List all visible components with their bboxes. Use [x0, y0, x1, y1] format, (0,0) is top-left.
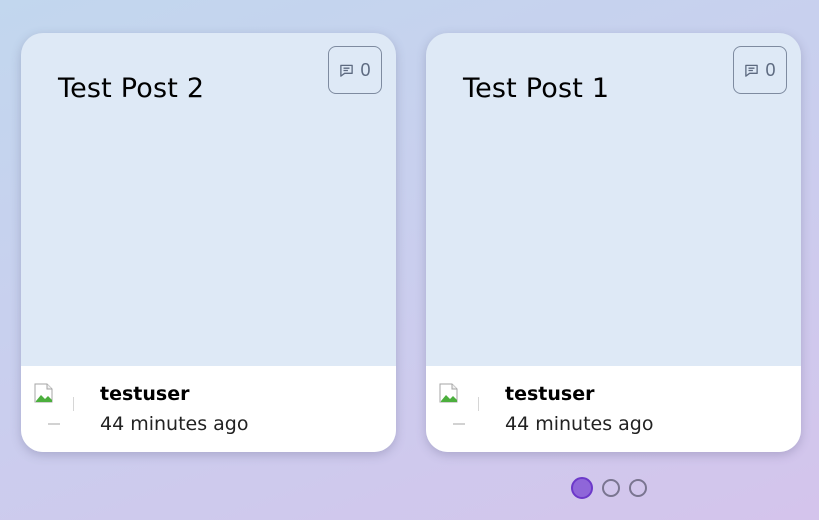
post-title[interactable]: Test Post 2 [58, 73, 204, 104]
post-author-footer: testuser 44 minutes ago [21, 366, 396, 452]
pagination-dot-2[interactable] [602, 479, 620, 497]
post-title[interactable]: Test Post 1 [463, 73, 609, 104]
post-card[interactable]: Test Post 1 0 testuser 44 minutes ago [426, 33, 801, 452]
carousel-pagination [571, 477, 647, 499]
post-timestamp: 44 minutes ago [505, 413, 654, 435]
author-username[interactable]: testuser [505, 383, 594, 405]
pagination-dot-1[interactable] [571, 477, 593, 499]
message-square-icon [339, 63, 354, 78]
post-author-footer: testuser 44 minutes ago [426, 366, 801, 452]
comments-button[interactable]: 0 [733, 46, 787, 94]
comment-count: 0 [765, 59, 776, 80]
comments-button[interactable]: 0 [328, 46, 382, 94]
comment-count: 0 [360, 59, 371, 80]
author-username[interactable]: testuser [100, 383, 189, 405]
broken-image-icon [439, 383, 480, 425]
post-timestamp: 44 minutes ago [100, 413, 249, 435]
post-card[interactable]: Test Post 2 0 testuser 44 minutes ago [21, 33, 396, 452]
message-square-icon [744, 63, 759, 78]
broken-image-icon [34, 383, 75, 425]
pagination-dot-3[interactable] [629, 479, 647, 497]
